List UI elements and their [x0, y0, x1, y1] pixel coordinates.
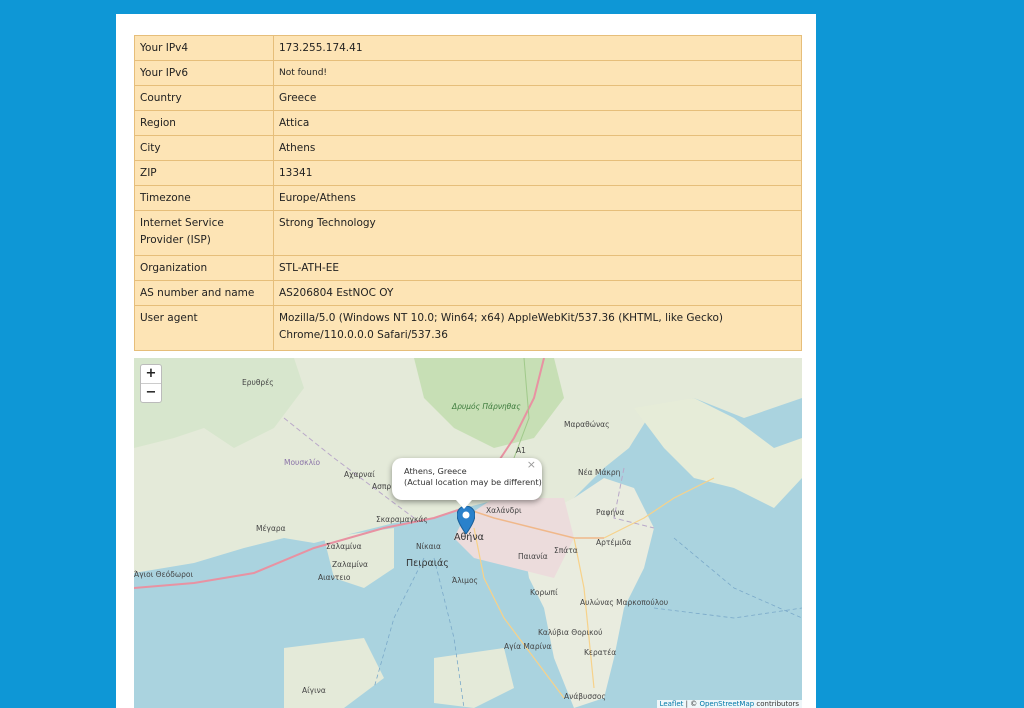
map-label: Ασπρ — [372, 482, 392, 491]
leaflet-link[interactable]: Leaflet — [660, 700, 684, 708]
map-label: Μουσκλίο — [284, 458, 321, 467]
table-row: Internet Service Provider (ISP) Strong Te… — [134, 210, 802, 256]
row-key: Region — [134, 110, 274, 136]
row-value-cell: Not found! — [273, 60, 802, 86]
table-row: User agent Mozilla/5.0 (Windows NT 10.0; … — [134, 305, 802, 351]
map-label: Νέα Μάκρη — [578, 468, 621, 477]
row-value: Strong Technology — [273, 210, 802, 256]
content-panel: Your IPv4 173.255.174.41 Your IPv6 Not fou… — [116, 14, 816, 708]
row-value: Not found! — [279, 68, 328, 78]
row-value: Greece — [273, 85, 802, 111]
map-label: Μαραθώνας — [564, 420, 610, 429]
map-label: Ραφήνα — [596, 508, 625, 517]
zoom-control: + − — [140, 364, 162, 403]
zoom-out-button[interactable]: − — [141, 384, 161, 402]
map-label: Αγία Μαρίνα — [504, 642, 552, 651]
map-label: Αίγινα — [302, 686, 326, 695]
table-row: City Athens — [134, 135, 802, 161]
row-key: City — [134, 135, 274, 161]
map-label: Κορωπί — [530, 588, 558, 597]
row-value: AS206804 EstNOC OY — [273, 280, 802, 306]
table-row: Region Attica — [134, 110, 802, 136]
table-row: Your IPv4 173.255.174.41 — [134, 35, 802, 61]
location-map[interactable]: + − Ερυθρές Δρυμός Πάρνηθας A1 Μαραθώνας… — [134, 358, 802, 708]
map-label-piraeus: Πειραιάς — [406, 558, 449, 569]
row-key: Your IPv6 — [134, 60, 274, 86]
row-key: Country — [134, 85, 274, 111]
row-key: ZIP — [134, 160, 274, 186]
map-label: Ερυθρές — [242, 378, 274, 387]
table-row: Country Greece — [134, 85, 802, 111]
row-value: Athens — [273, 135, 802, 161]
table-row: Your IPv6 Not found! — [134, 60, 802, 86]
map-label: Ζαλαμίνα — [332, 560, 368, 569]
row-key: Your IPv4 — [134, 35, 274, 61]
table-row: AS number and name AS206804 EstNOC OY — [134, 280, 802, 306]
map-label: Σαλαμίνα — [326, 542, 362, 551]
row-key: User agent — [134, 305, 274, 351]
row-key: Internet Service Provider (ISP) — [134, 210, 274, 256]
attribution-suffix: contributors — [754, 700, 799, 708]
popup-close-button[interactable]: × — [527, 459, 536, 470]
map-label: Καλύβια Θορικού — [538, 628, 603, 637]
table-row: Timezone Europe/Athens — [134, 185, 802, 211]
row-key: AS number and name — [134, 280, 274, 306]
table-row: ZIP 13341 — [134, 160, 802, 186]
row-key: Timezone — [134, 185, 274, 211]
map-label: Αχαρναί — [344, 470, 375, 479]
map-label: Άλιμος — [452, 576, 478, 585]
osm-link[interactable]: OpenStreetMap — [699, 700, 754, 708]
attribution-separator: | © — [683, 700, 700, 708]
map-label: Σπάτα — [554, 546, 578, 555]
map-label: Σκαραμαγκάς — [376, 515, 428, 524]
row-value: 173.255.174.41 — [273, 35, 802, 61]
table-row: Organization STL-ATH-EE — [134, 255, 802, 281]
map-label: Ανάβυσσος — [564, 692, 606, 701]
popup-tip — [456, 500, 472, 509]
ip-info-table: Your IPv4 173.255.174.41 Your IPv6 Not fou… — [134, 35, 802, 351]
row-value: STL-ATH-EE — [273, 255, 802, 281]
location-popup: × Athens, Greece (Actual location may be… — [392, 458, 542, 509]
row-key: Organization — [134, 255, 274, 281]
row-value: Attica — [273, 110, 802, 136]
map-label: Κερατέα — [584, 648, 617, 657]
map-label: Αιαντειο — [318, 573, 351, 582]
row-value: Europe/Athens — [273, 185, 802, 211]
popup-note: (Actual location may be different) — [404, 477, 542, 487]
map-label: Νίκαια — [416, 542, 441, 551]
map-label: Χαλάνδρι — [486, 506, 522, 515]
popup-title: Athens, Greece — [404, 466, 467, 476]
map-label: Αρτέμιδα — [596, 538, 632, 547]
map-label: A1 — [516, 446, 526, 455]
map-label: Μέγαρα — [256, 524, 286, 533]
map-label: Άγιοι Θεόδωροι — [134, 570, 193, 579]
map-attribution: Leaflet | © OpenStreetMap contributors — [656, 700, 802, 708]
map-label: Αυλώνας Μαρκοπούλου — [580, 598, 669, 607]
row-value: Mozilla/5.0 (Windows NT 10.0; Win64; x64… — [273, 305, 802, 351]
map-label: Παιανία — [518, 552, 548, 561]
zoom-in-button[interactable]: + — [141, 365, 161, 384]
row-value: 13341 — [273, 160, 802, 186]
map-label: Δρυμός Πάρνηθας — [452, 402, 521, 411]
